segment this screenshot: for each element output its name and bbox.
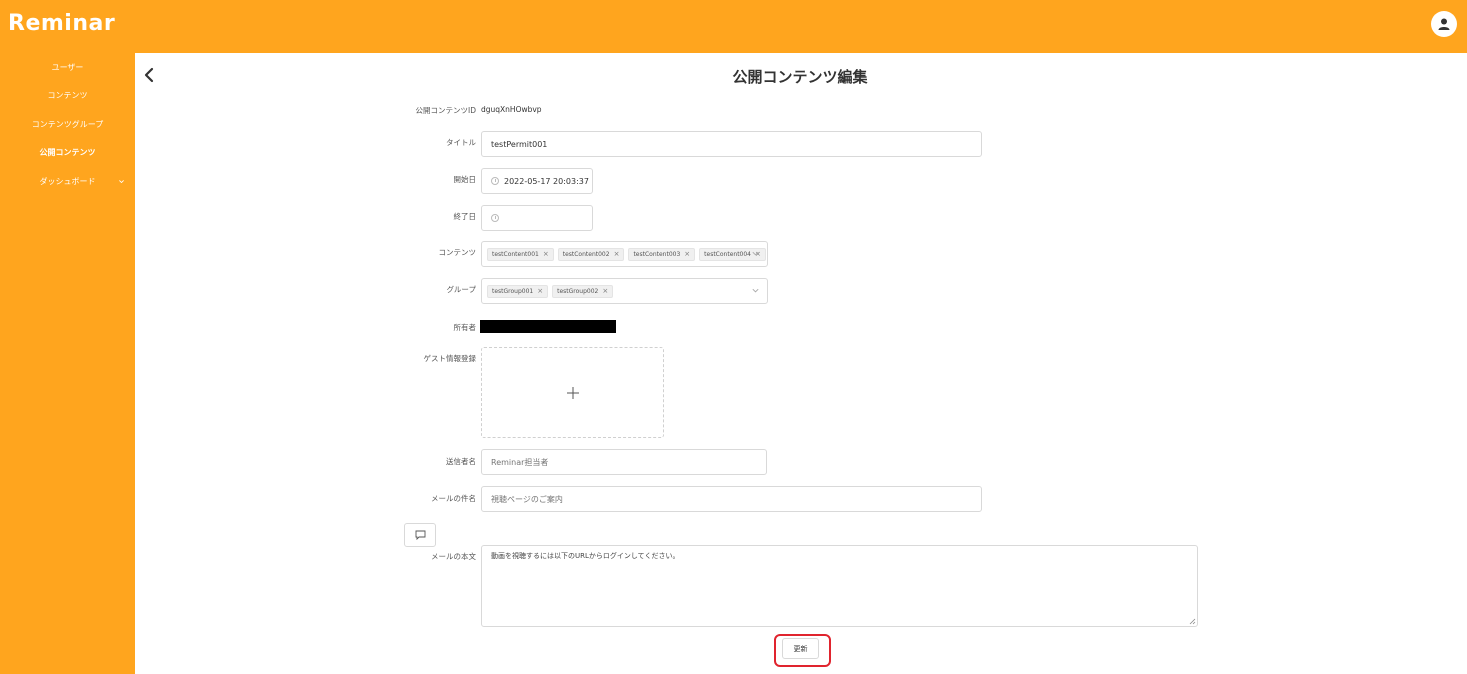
close-icon[interactable]: × (614, 250, 620, 258)
group-tag: testGroup001 × (487, 284, 549, 298)
sidebar-item-label: ダッシュボード (39, 176, 96, 186)
contents-label: コンテンツ (438, 248, 477, 257)
sender-name-label: 送信者名 (446, 457, 476, 466)
contents-select[interactable]: testContent001 × testContent002 × testCo… (481, 241, 768, 267)
mail-subject-label: メールの件名 (431, 494, 476, 503)
message-icon (415, 530, 425, 540)
close-icon[interactable]: × (543, 250, 549, 258)
sidebar-item-label: ユーザー (51, 62, 84, 72)
content-tag: testContent002 × (557, 247, 625, 261)
user-avatar[interactable] (1431, 11, 1457, 37)
id-label: 公開コンテンツID (415, 106, 477, 115)
insert-template-button[interactable] (404, 523, 436, 547)
guest-info-upload[interactable] (481, 347, 664, 438)
chevron-down-icon (119, 180, 124, 184)
page-title: 公開コンテンツ編集 (732, 68, 868, 86)
content-tag-label: testContent002 (562, 250, 610, 258)
end-date-label: 終了日 (453, 212, 477, 221)
content-tag: testContent003 × (628, 247, 696, 261)
plus-icon (566, 386, 579, 399)
groups-select[interactable]: testGroup001 × testGroup002 × (481, 278, 768, 304)
group-tag-label: testGroup001 (492, 287, 534, 295)
groups-label: グループ (446, 285, 476, 294)
chevron-down-icon (752, 288, 759, 293)
content-tag-label: testContent001 (492, 250, 539, 258)
mail-body-label: メールの本文 (431, 552, 476, 561)
owner-label: 所有者 (453, 323, 477, 332)
sender-name-input[interactable] (481, 449, 767, 475)
sidebar-item-public-contents[interactable]: 公開コンテンツ (0, 142, 135, 162)
sidebar: ユーザー コンテンツ コンテンツグループ 公開コンテンツ ダッシュボード (0, 53, 135, 674)
group-tag: testGroup002 × (552, 284, 614, 298)
mail-body-textarea[interactable]: 動画を視聴するには以下のURLからログインしてください。 (481, 545, 1198, 627)
user-icon (1438, 18, 1450, 30)
sidebar-item-contents[interactable]: コンテンツ (0, 85, 135, 105)
guest-info-label: ゲスト情報登録 (423, 354, 477, 363)
mail-subject-input[interactable] (481, 486, 982, 512)
top-bar: Reminar (0, 0, 1467, 53)
sidebar-item-dashboard[interactable]: ダッシュボード (0, 171, 135, 191)
sidebar-item-users[interactable]: ユーザー (0, 57, 135, 77)
clock-icon (491, 214, 499, 222)
close-icon[interactable]: × (684, 250, 690, 258)
start-date-label: 開始日 (453, 175, 477, 184)
app-logo: Reminar (8, 11, 116, 36)
content-tag-label: testContent003 (633, 250, 681, 258)
title-input-value: testPermit001 (491, 139, 548, 149)
resize-handle-icon[interactable] (1189, 618, 1196, 625)
chevron-left-icon[interactable] (142, 66, 156, 84)
clock-icon (491, 177, 499, 185)
id-value: dguqXnHOwbvp (481, 105, 542, 114)
start-date-value: 2022-05-17 20:03:37 (504, 176, 589, 186)
content-tag-label: testContent004 (704, 250, 751, 258)
chevron-down-icon (752, 251, 759, 256)
sidebar-item-label: コンテンツ (47, 90, 88, 100)
title-label: タイトル (446, 138, 476, 147)
owner-value-redacted (480, 320, 616, 333)
sidebar-item-label: コンテンツグループ (31, 119, 104, 129)
content-tag: testContent001 × (487, 247, 554, 261)
sidebar-item-content-groups[interactable]: コンテンツグループ (0, 114, 135, 134)
close-icon[interactable]: × (537, 287, 543, 295)
end-date-picker[interactable] (481, 205, 593, 231)
group-tag-label: testGroup002 (557, 287, 599, 295)
close-icon[interactable]: × (602, 287, 608, 295)
update-button[interactable]: 更新 (782, 638, 819, 659)
title-input[interactable]: testPermit001 (481, 131, 982, 157)
mail-body-value: 動画を視聴するには以下のURLからログインしてください。 (491, 552, 680, 560)
sidebar-item-label: 公開コンテンツ (39, 147, 96, 157)
start-date-picker[interactable]: 2022-05-17 20:03:37 (481, 168, 593, 194)
